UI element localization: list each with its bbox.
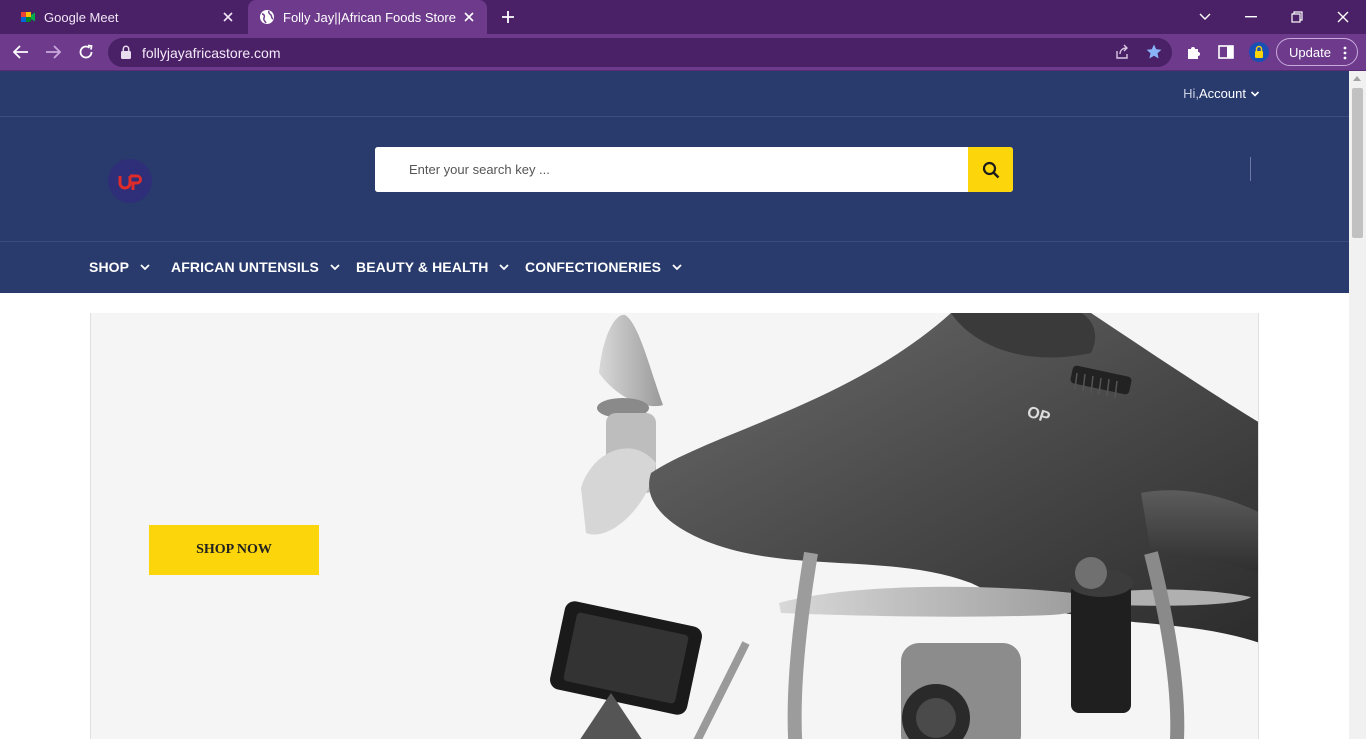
forward-arrow-icon[interactable] — [42, 41, 64, 63]
chevron-down-icon — [330, 264, 340, 271]
search-bar — [375, 147, 1013, 192]
side-panel-icon[interactable] — [1217, 43, 1235, 61]
nav-item-label: CONFECTIONERIES — [525, 259, 662, 275]
reload-icon[interactable] — [75, 41, 97, 63]
shop-now-label: SHOP NOW — [196, 542, 272, 557]
address-bar[interactable]: follyjayafricastore.com — [108, 38, 1172, 67]
chevron-down-icon — [1250, 90, 1260, 97]
profile-lock-icon[interactable] — [1248, 41, 1270, 63]
browser-tab-bar: Google Meet Folly Jay||African Foods Sto… — [0, 0, 1366, 34]
nav-item-label: BEAUTY & HEALTH — [356, 259, 489, 275]
tab-title: Google Meet — [44, 9, 119, 25]
shop-now-button[interactable]: SHOP NOW — [149, 525, 319, 575]
hero-banner[interactable]: OP SHOP NOW — [90, 313, 1259, 739]
bookmark-star-icon[interactable] — [1145, 43, 1163, 61]
back-arrow-icon[interactable] — [10, 41, 32, 63]
site-header — [0, 117, 1349, 242]
minimize-icon[interactable] — [1240, 6, 1262, 28]
account-greeting: Hi, — [1183, 86, 1200, 101]
close-icon[interactable] — [461, 9, 477, 25]
google-meet-icon — [21, 12, 35, 22]
site-logo[interactable] — [108, 159, 152, 203]
browser-toolbar: follyjayafricastore.com Update — [0, 34, 1366, 71]
update-button[interactable]: Update — [1276, 38, 1358, 66]
nav-item-beauty-health[interactable]: BEAUTY & HEALTH — [356, 259, 510, 275]
update-label: Update — [1289, 44, 1331, 60]
window-close-icon[interactable] — [1332, 6, 1354, 28]
tab-google-meet[interactable]: Google Meet — [0, 0, 246, 34]
chevron-down-icon — [140, 264, 150, 271]
share-icon[interactable] — [1114, 44, 1130, 60]
chevron-down-icon — [499, 264, 510, 271]
tab-folly-jay[interactable]: Folly Jay||African Foods Store — [248, 0, 487, 34]
globe-icon — [260, 10, 274, 24]
more-vertical-icon — [1343, 46, 1347, 60]
page-scrollbar[interactable] — [1349, 71, 1366, 739]
header-divider — [1250, 157, 1251, 181]
nav-item-confectioneries[interactable]: CONFECTIONERIES — [525, 259, 683, 275]
close-icon[interactable] — [220, 9, 236, 25]
nav-item-african-untensils[interactable]: AFRICAN UNTENSILS — [171, 259, 341, 275]
account-menu[interactable]: Hi, Account — [1183, 86, 1260, 101]
site-top-bar: Hi, Account — [0, 71, 1349, 117]
search-input[interactable] — [375, 147, 968, 192]
lock-icon[interactable] — [120, 45, 132, 59]
tab-search-chevron-icon[interactable] — [1194, 6, 1216, 28]
url-text[interactable]: follyjayafricastore.com — [142, 45, 281, 61]
main-navigation: SHOP AFRICAN UNTENSILS BEAUTY & HEALTH C… — [0, 242, 1349, 293]
scroll-up-icon[interactable] — [1353, 76, 1361, 81]
logo-mark-icon — [118, 174, 142, 190]
extensions-puzzle-icon[interactable] — [1185, 43, 1203, 61]
new-tab-icon[interactable] — [499, 8, 517, 26]
page-viewport: Hi, Account SHOP — [0, 71, 1349, 739]
search-button[interactable] — [968, 147, 1013, 192]
account-label: Account — [1199, 86, 1246, 101]
nav-item-shop[interactable]: SHOP — [89, 259, 151, 275]
scrollbar-thumb[interactable] — [1352, 88, 1363, 238]
tab-title: Folly Jay||African Foods Store — [283, 9, 456, 25]
nav-item-label: SHOP — [89, 259, 130, 275]
restore-icon[interactable] — [1286, 6, 1308, 28]
chevron-down-icon — [672, 264, 682, 271]
search-icon — [982, 161, 999, 178]
nav-item-label: AFRICAN UNTENSILS — [171, 259, 319, 275]
